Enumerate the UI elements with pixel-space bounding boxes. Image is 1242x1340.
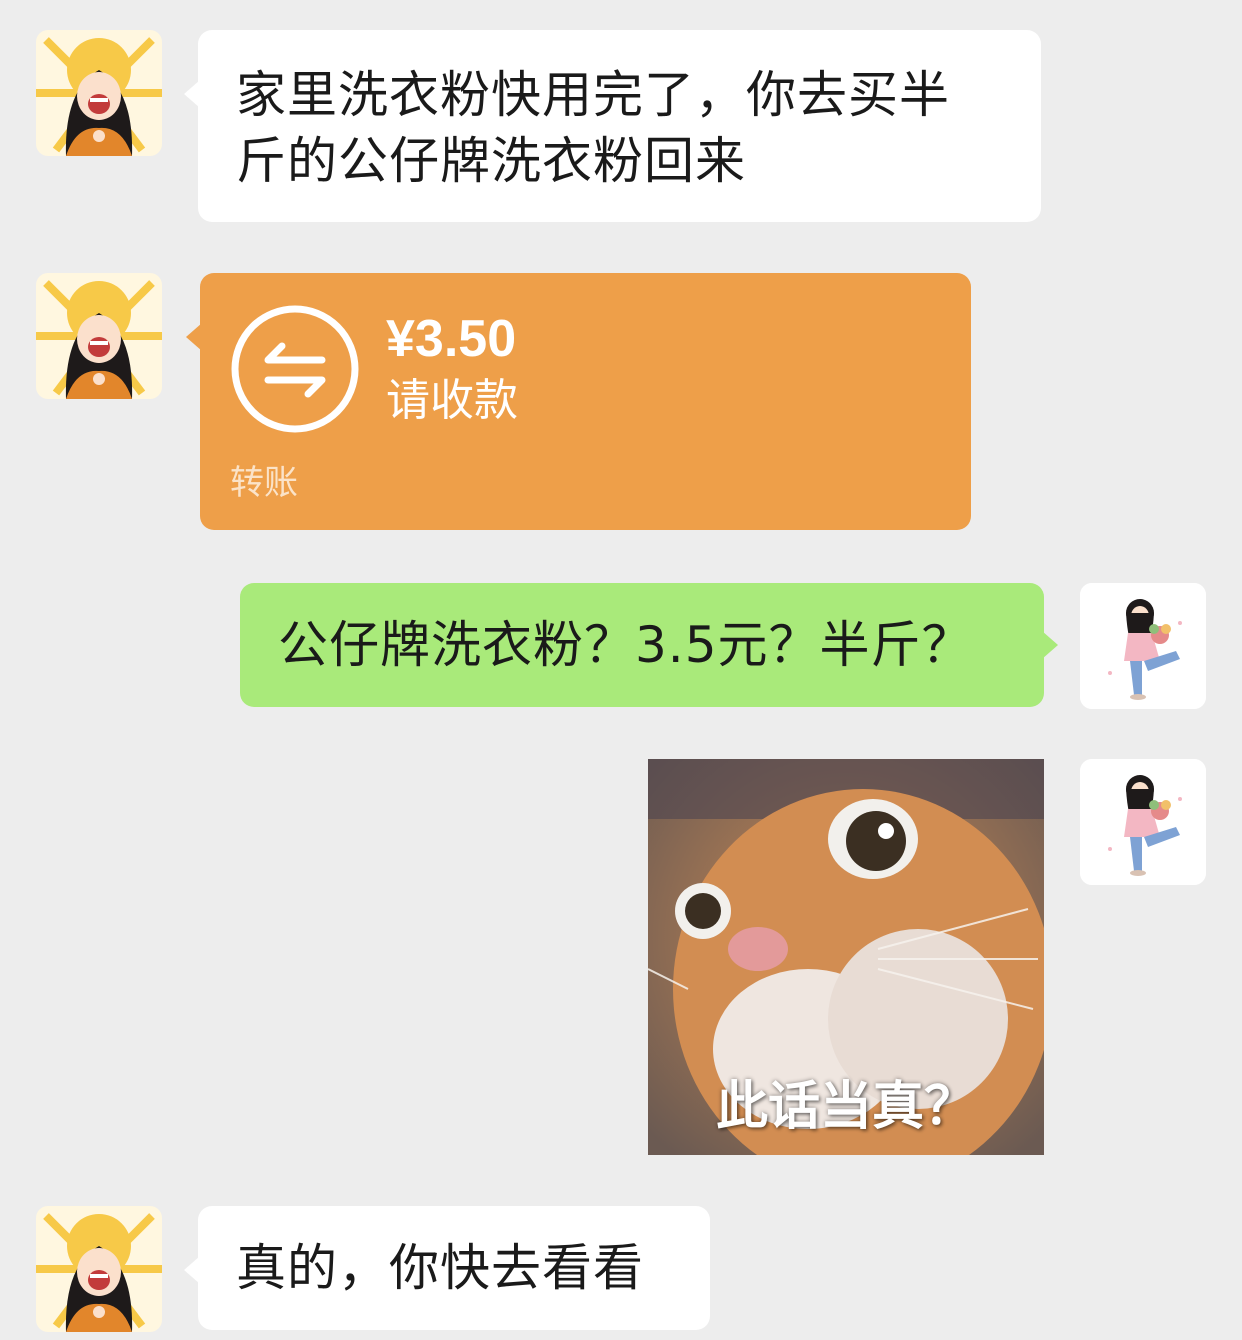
cartoon-girl-flowers-avatar-icon bbox=[1080, 583, 1206, 709]
contact-avatar[interactable] bbox=[36, 30, 162, 156]
transfer-label: 转账 bbox=[230, 463, 298, 503]
cartoon-girl-flowers-avatar-icon bbox=[1080, 759, 1206, 885]
transfer-arrows-icon bbox=[231, 305, 359, 433]
transfer-status: 请收款 bbox=[386, 375, 518, 426]
cartoon-girl-avatar-icon bbox=[36, 273, 162, 399]
my-avatar[interactable] bbox=[1080, 583, 1206, 709]
cat-sticker-image[interactable]: 此话当真？ bbox=[648, 759, 1044, 1155]
contact-avatar[interactable] bbox=[36, 273, 162, 399]
transfer-amount: ¥3.50 bbox=[386, 310, 517, 368]
chat-window: 家里洗衣粉快用完了，你去买半 斤的公仔牌洗衣粉回来 ¥3.50 请收款 转账 公… bbox=[0, 0, 1242, 1340]
message-bubble-incoming[interactable]: 真的，你快去看看 bbox=[184, 1206, 710, 1330]
cartoon-girl-avatar-icon bbox=[36, 1206, 162, 1332]
message-text-line: 家里洗衣粉快用完了，你去买半 bbox=[236, 66, 950, 124]
message-bubble-incoming[interactable]: 家里洗衣粉快用完了，你去买半 斤的公仔牌洗衣粉回来 bbox=[184, 30, 1041, 222]
cartoon-girl-avatar-icon bbox=[36, 30, 162, 156]
message-text: 真的，你快去看看 bbox=[236, 1239, 644, 1297]
message-text: 公仔牌洗衣粉？3.5元？半斤？ bbox=[278, 616, 973, 674]
message-bubble-outgoing[interactable]: 公仔牌洗衣粉？3.5元？半斤？ bbox=[240, 583, 1058, 707]
transfer-card[interactable]: ¥3.50 请收款 转账 bbox=[186, 273, 971, 530]
sticker-caption: 此话当真？ bbox=[715, 1077, 976, 1137]
contact-avatar[interactable] bbox=[36, 1206, 162, 1332]
message-text-line: 斤的公仔牌洗衣粉回来 bbox=[236, 132, 746, 190]
my-avatar[interactable] bbox=[1080, 759, 1206, 885]
